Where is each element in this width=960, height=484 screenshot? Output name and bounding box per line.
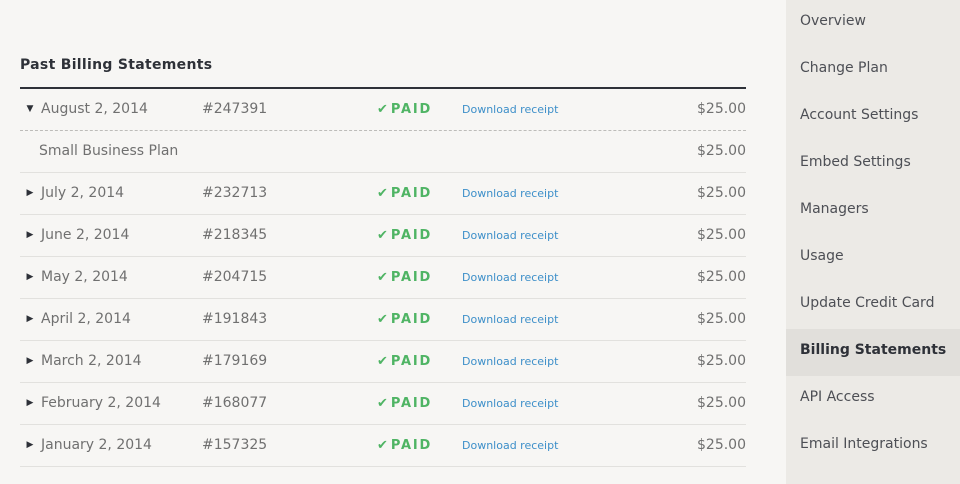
statement-invoice-number: #157325 <box>202 437 268 453</box>
download-receipt-link[interactable]: Download receipt <box>462 299 558 340</box>
sidebar-item-managers[interactable]: Managers <box>786 188 960 235</box>
status-badge: ✔ PAID <box>377 383 432 424</box>
statement-row[interactable]: ▶ May 2, 2014 #204715 ✔ PAID Download rec… <box>20 257 746 299</box>
statement-amount: $25.00 <box>697 269 746 285</box>
billing-statements-table: ▼ August 2, 2014 #247391 ✔ PAID Download … <box>20 87 746 467</box>
status-text: PAID <box>390 438 433 453</box>
status-text: PAID <box>390 102 433 117</box>
statement-amount: $25.00 <box>697 311 746 327</box>
triangle-right-icon[interactable]: ▶ <box>24 299 36 340</box>
sidebar-item-billing-statements[interactable]: Billing Statements <box>786 329 960 376</box>
status-text: PAID <box>390 228 433 243</box>
statement-row[interactable]: ▶ February 2, 2014 #168077 ✔ PAID Downloa… <box>20 383 746 425</box>
download-receipt-link[interactable]: Download receipt <box>462 173 558 214</box>
statement-invoice-number: #168077 <box>202 395 268 411</box>
sidebar-item-usage[interactable]: Usage <box>786 235 960 282</box>
statement-amount: $25.00 <box>697 437 746 453</box>
check-icon: ✔ <box>377 438 388 453</box>
check-icon: ✔ <box>377 228 388 243</box>
status-text: PAID <box>390 186 433 201</box>
download-receipt-link[interactable]: Download receipt <box>462 257 558 298</box>
check-icon: ✔ <box>377 354 388 369</box>
sidebar-item-change-plan[interactable]: Change Plan <box>786 47 960 94</box>
status-badge: ✔ PAID <box>377 299 432 340</box>
check-icon: ✔ <box>377 312 388 327</box>
statement-date: March 2, 2014 <box>41 353 142 369</box>
status-text: PAID <box>390 270 433 285</box>
status-badge: ✔ PAID <box>377 215 432 256</box>
sidebar-item-email-integrations[interactable]: Email Integrations <box>786 423 960 470</box>
statement-date: February 2, 2014 <box>41 395 161 411</box>
statement-row[interactable]: ▶ July 2, 2014 #232713 ✔ PAID Download re… <box>20 173 746 215</box>
statement-invoice-number: #179169 <box>202 353 268 369</box>
statement-row[interactable]: ▶ March 2, 2014 #179169 ✔ PAID Download r… <box>20 341 746 383</box>
status-badge: ✔ PAID <box>377 89 432 130</box>
statement-detail-row: Small Business Plan $25.00 <box>20 131 746 173</box>
sidebar-item-api-access[interactable]: API Access <box>786 376 960 423</box>
statement-invoice-number: #232713 <box>202 185 268 201</box>
statement-amount: $25.00 <box>697 395 746 411</box>
statement-amount: $25.00 <box>697 185 746 201</box>
triangle-right-icon[interactable]: ▶ <box>24 425 36 466</box>
statement-row[interactable]: ▶ April 2, 2014 #191843 ✔ PAID Download r… <box>20 299 746 341</box>
main-content: Past Billing Statements ▼ August 2, 2014… <box>20 0 746 484</box>
statement-invoice-number: #191843 <box>202 311 268 327</box>
download-receipt-link[interactable]: Download receipt <box>462 383 558 424</box>
statement-amount: $25.00 <box>697 101 746 117</box>
statement-invoice-number: #247391 <box>202 101 268 117</box>
status-badge: ✔ PAID <box>377 341 432 382</box>
status-badge: ✔ PAID <box>377 173 432 214</box>
status-badge: ✔ PAID <box>377 257 432 298</box>
status-text: PAID <box>390 312 433 327</box>
status-text: PAID <box>390 396 433 411</box>
sidebar-item-update-credit-card[interactable]: Update Credit Card <box>786 282 960 329</box>
download-receipt-link[interactable]: Download receipt <box>462 89 558 130</box>
statement-amount: $25.00 <box>697 227 746 243</box>
plan-amount: $25.00 <box>697 143 746 159</box>
statement-date: April 2, 2014 <box>41 311 131 327</box>
statement-invoice-number: #204715 <box>202 269 268 285</box>
sidebar-item-overview[interactable]: Overview <box>786 0 960 47</box>
statement-amount: $25.00 <box>697 353 746 369</box>
statement-row[interactable]: ▶ January 2, 2014 #157325 ✔ PAID Download… <box>20 425 746 467</box>
check-icon: ✔ <box>377 396 388 411</box>
triangle-right-icon[interactable]: ▶ <box>24 215 36 256</box>
triangle-right-icon[interactable]: ▶ <box>24 173 36 214</box>
statement-date: January 2, 2014 <box>41 437 152 453</box>
statement-row[interactable]: ▼ August 2, 2014 #247391 ✔ PAID Download … <box>20 89 746 131</box>
sidebar-item-account-settings[interactable]: Account Settings <box>786 94 960 141</box>
statement-date: July 2, 2014 <box>41 185 125 201</box>
download-receipt-link[interactable]: Download receipt <box>462 425 558 466</box>
download-receipt-link[interactable]: Download receipt <box>462 341 558 382</box>
triangle-right-icon[interactable]: ▶ <box>24 257 36 298</box>
status-text: PAID <box>390 354 433 369</box>
check-icon: ✔ <box>377 186 388 201</box>
sidebar-item-embed-settings[interactable]: Embed Settings <box>786 141 960 188</box>
settings-sidebar: Overview Change Plan Account Settings Embed… <box>786 0 960 484</box>
section-title: Past Billing Statements <box>20 57 213 73</box>
statement-date: May 2, 2014 <box>41 269 128 285</box>
status-badge: ✔ PAID <box>377 425 432 466</box>
download-receipt-link[interactable]: Download receipt <box>462 215 558 256</box>
statement-date: June 2, 2014 <box>41 227 130 243</box>
statement-date: August 2, 2014 <box>41 101 148 117</box>
check-icon: ✔ <box>377 102 388 117</box>
plan-name: Small Business Plan <box>39 143 179 159</box>
triangle-right-icon[interactable]: ▶ <box>24 383 36 424</box>
triangle-right-icon[interactable]: ▶ <box>24 341 36 382</box>
statement-row[interactable]: ▶ June 2, 2014 #218345 ✔ PAID Download re… <box>20 215 746 257</box>
statement-invoice-number: #218345 <box>202 227 268 243</box>
triangle-down-icon[interactable]: ▼ <box>24 89 36 130</box>
check-icon: ✔ <box>377 270 388 285</box>
